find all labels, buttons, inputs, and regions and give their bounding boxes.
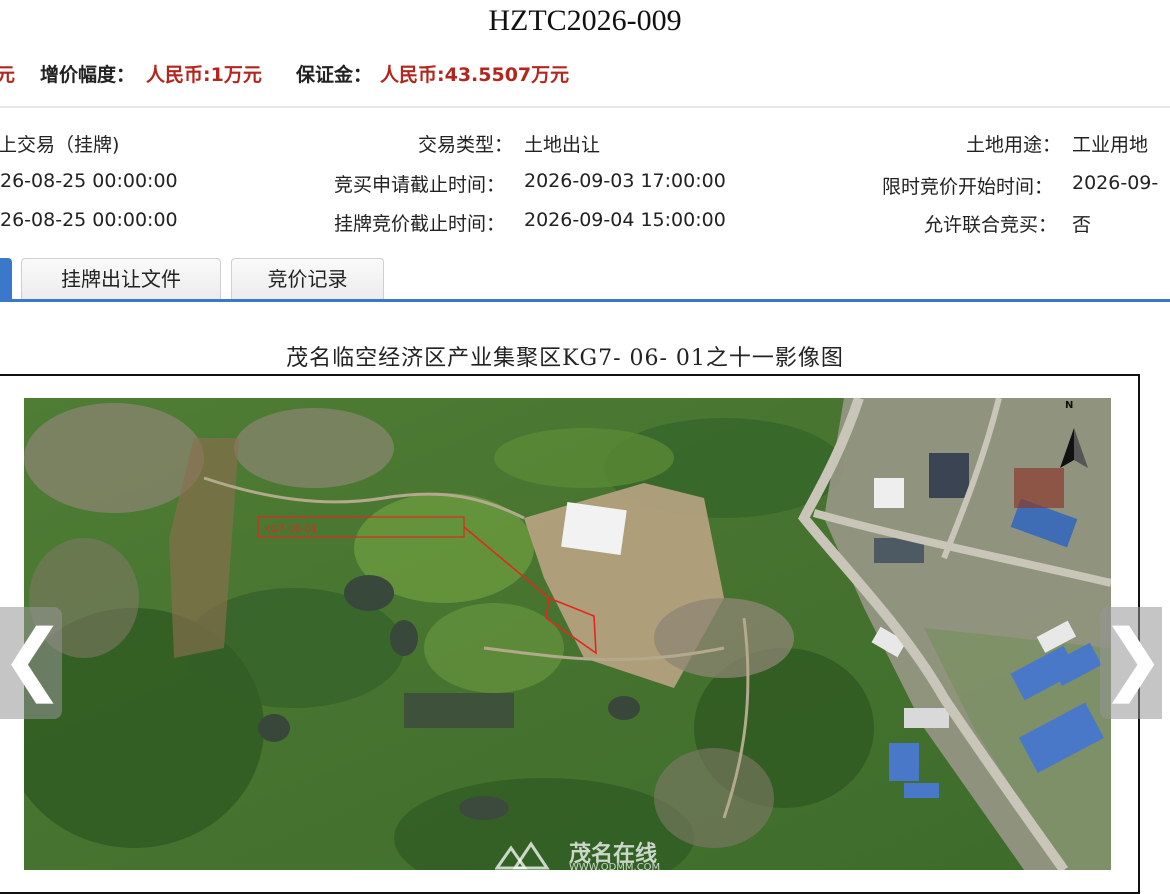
apply-deadline-value: 2026-09-03 17:00:00 [524,170,726,192]
increment-value: 人民币:1万元 [146,64,262,86]
deposit-label: 保证金： [296,64,373,86]
bid-deadline-value: 2026-09-04 15:00:00 [524,209,726,231]
listing-begin-value: 26-08-25 00:00:00 [0,209,178,231]
trade-method-value: 上交易（挂牌) [0,134,120,156]
price-summary: 元 增价幅度： 人民币:1万元 保证金： 人民币:43.5507万元 [0,60,1170,88]
bid-deadline-label: 挂牌竞价截止时间： [334,213,506,235]
trade-type-value: 土地出让 [524,134,601,156]
apply-deadline-label: 竞买申请截止时间： [334,174,506,196]
next-image-button[interactable]: ❯ [1100,607,1165,719]
tab-bid-records[interactable]: 竞价记录 [231,258,384,299]
timed-bid-start-value: 2026-09- [1072,172,1159,194]
land-use-value: 工业用地 [1072,134,1149,156]
deposit-value: 人民币:43.5507万元 [380,64,570,86]
tab-active-partial[interactable] [0,258,12,300]
timed-bid-start-label: 限时竞价开始时间： [882,176,1054,198]
previous-image-button[interactable]: ❮ [0,607,65,719]
satellite-image: KG7-06-01 N [24,398,1111,870]
svg-text:KG7-06-01: KG7-06-01 [264,524,317,535]
land-use-label: 土地用途： [966,134,1062,156]
watermark-logo-icon [495,841,550,870]
map-title: 茂名临空经济区产业集聚区KG7- 06- 01之十一影像图 [286,346,844,371]
watermark-url: WWW.ODMM.COM [569,862,661,873]
north-label: N [1065,400,1074,411]
tab-listing-documents[interactable]: 挂牌出让文件 [21,258,221,299]
joint-bid-label: 允许联合竞买： [924,214,1058,236]
page-title: HZTC2026-009 [488,4,682,37]
tab-bar: 挂牌出让文件 竞价记录 [0,258,1170,302]
price-cut-unit: 元 [0,64,16,86]
listing-start-value: 26-08-25 00:00:00 [0,170,178,192]
trade-type-label: 交易类型： [418,134,514,156]
divider [0,106,1170,108]
satellite-map-svg: KG7-06-01 [24,398,1111,870]
increment-label: 增价幅度： [40,64,136,86]
tab-underline [0,299,1170,302]
site-watermark: 茂名在线 WWW.ODMM.COM [495,836,695,876]
joint-bid-value: 否 [1072,214,1092,236]
